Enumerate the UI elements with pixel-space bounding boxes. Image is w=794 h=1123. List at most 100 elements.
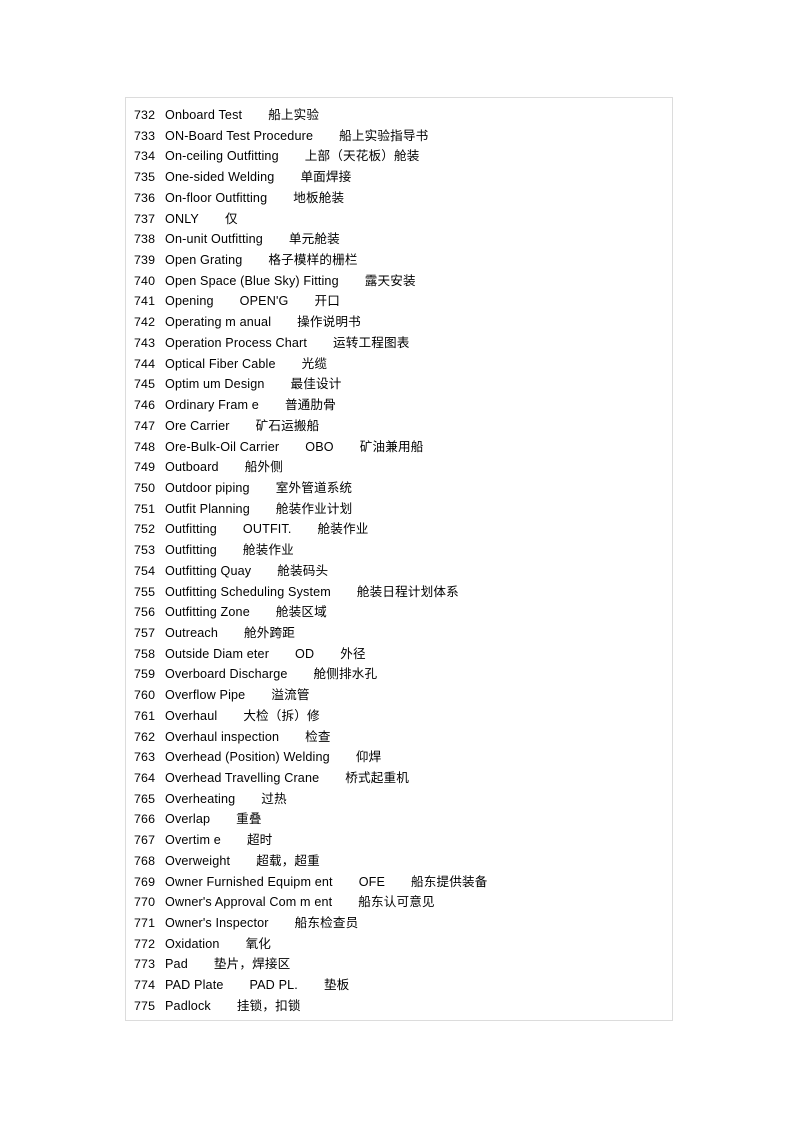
glossary-row: 744 Optical Fiber Cable 光缆 bbox=[126, 354, 672, 375]
glossary-term-chinese: 矿石运搬船 bbox=[255, 417, 320, 433]
glossary-entry-number: 762 bbox=[134, 729, 156, 744]
glossary-entry-number: 759 bbox=[134, 667, 156, 682]
glossary-term-english: Oxidation bbox=[165, 936, 220, 951]
glossary-term-chinese: 舱装作业 bbox=[317, 521, 369, 537]
glossary-term-english: Overhead Travelling Crane bbox=[165, 771, 320, 785]
glossary-term-english: On-floor Outfitting bbox=[165, 190, 268, 205]
glossary-term-chinese: 开口 bbox=[314, 293, 340, 309]
glossary-term-chinese: 挂锁，扣锁 bbox=[236, 997, 301, 1013]
glossary-term-chinese: 垫板 bbox=[323, 977, 350, 993]
glossary-term-english: Pad bbox=[165, 957, 188, 972]
glossary-entry-number: 770 bbox=[134, 895, 156, 910]
glossary-entry-number: 744 bbox=[134, 356, 156, 371]
glossary-entry-number: 757 bbox=[134, 625, 156, 640]
glossary-term-chinese: 船外侧 bbox=[244, 459, 283, 475]
glossary-term-chinese: 仅 bbox=[224, 210, 238, 226]
glossary-term-english: Overflow Pipe bbox=[165, 688, 246, 703]
glossary-term-english: Outfitting bbox=[165, 543, 217, 558]
glossary-row: 759 Overboard Discharge 舱侧排水孔 bbox=[126, 664, 672, 685]
glossary-entry-number: 769 bbox=[134, 874, 156, 889]
glossary-term-english: Operation Process Chart bbox=[165, 335, 308, 350]
glossary-term-english: Operating m anual bbox=[165, 315, 272, 330]
glossary-row: 738 On-unit Outfitting 单元舱装 bbox=[126, 229, 672, 250]
glossary-entry-number: 751 bbox=[134, 501, 156, 516]
glossary-row: 732 Onboard Test 船上实验 bbox=[126, 105, 672, 126]
glossary-term-english: PAD Plate bbox=[165, 978, 224, 993]
glossary-entry-number: 754 bbox=[134, 563, 156, 578]
glossary-row: 756 Outfitting Zone 舱装区域 bbox=[126, 602, 672, 623]
glossary-term-chinese: 矿油兼用船 bbox=[359, 438, 424, 454]
glossary-term-english: Overheating bbox=[165, 791, 236, 806]
glossary-term-english: Overboard Discharge bbox=[165, 667, 288, 682]
glossary-term-chinese: 舱装作业 bbox=[242, 542, 294, 558]
glossary-row: 739 Open Grating 格子模样的栅栏 bbox=[126, 250, 672, 271]
glossary-row: 752 Outfitting OUTFIT. 舱装作业 bbox=[126, 519, 672, 540]
glossary-term-chinese: 操作说明书 bbox=[297, 314, 361, 330]
glossary-term-english: Overhaul bbox=[165, 708, 218, 723]
glossary-term-english: Optical Fiber Cable bbox=[165, 356, 276, 371]
glossary-entry-number: 760 bbox=[134, 688, 156, 703]
glossary-row: 769 Owner Furnished Equipm ent OFE 船东提供装备 bbox=[126, 872, 672, 893]
glossary-term-chinese: 最佳设计 bbox=[290, 376, 342, 392]
glossary-term-abbreviation: OPEN'G bbox=[239, 294, 289, 309]
glossary-row: 745 Optim um Design 最佳设计 bbox=[126, 374, 672, 395]
glossary-row: 766 Overlap 重叠 bbox=[126, 809, 672, 830]
glossary-term-english: ON-Board Test Procedure bbox=[165, 128, 314, 143]
glossary-term-english: Ore Carrier bbox=[165, 418, 230, 433]
glossary-entry-number: 734 bbox=[134, 149, 156, 164]
glossary-entry-number: 761 bbox=[134, 708, 156, 723]
glossary-row: 750 Outdoor piping 室外管道系统 bbox=[126, 478, 672, 499]
glossary-term-english: Overhead (Position) Welding bbox=[165, 750, 330, 765]
glossary-entry-number: 745 bbox=[134, 377, 156, 392]
glossary-row: 773 Pad 垫片，焊接区 bbox=[126, 954, 672, 975]
glossary-list: 732 Onboard Test 船上实验 733 ON-Board Test Proc… bbox=[126, 98, 672, 1017]
glossary-term-abbreviation: OBO bbox=[305, 439, 334, 454]
glossary-term-english: Overtim e bbox=[165, 833, 221, 848]
glossary-term-chinese: 船上实验 bbox=[268, 107, 320, 122]
glossary-term-abbreviation: PAD PL. bbox=[249, 978, 298, 993]
glossary-entry-number: 737 bbox=[134, 211, 156, 226]
glossary-entry-number: 742 bbox=[134, 315, 156, 330]
glossary-term-chinese: 超载，超重 bbox=[256, 852, 320, 868]
glossary-term-chinese: 运转工程图表 bbox=[333, 334, 410, 350]
glossary-entry-number: 774 bbox=[134, 978, 156, 993]
glossary-entry-number: 766 bbox=[134, 812, 156, 827]
glossary-term-chinese: 船东提供装备 bbox=[411, 873, 488, 889]
glossary-entry-number: 743 bbox=[134, 335, 156, 350]
glossary-entry-number: 767 bbox=[134, 833, 156, 848]
glossary-term-english: Onboard Test bbox=[165, 108, 243, 122]
glossary-term-english: Overhaul inspection bbox=[165, 729, 280, 744]
glossary-term-english: One-sided Welding bbox=[165, 170, 275, 185]
glossary-term-chinese: 超时 bbox=[246, 832, 273, 848]
glossary-row: 733 ON-Board Test Procedure 船上实验指导书 bbox=[126, 126, 672, 147]
glossary-entry-number: 746 bbox=[134, 398, 156, 413]
glossary-entry-number: 740 bbox=[134, 273, 156, 288]
glossary-term-english: Ore-Bulk-Oil Carrier bbox=[165, 439, 280, 454]
glossary-term-chinese: 光缆 bbox=[301, 355, 328, 371]
glossary-row: 736 On-floor Outfitting 地板舱装 bbox=[126, 188, 672, 209]
glossary-entry-number: 752 bbox=[134, 522, 156, 537]
glossary-row: 755 Outfitting Scheduling System 舱装日程计划体系 bbox=[126, 582, 672, 603]
glossary-term-english: Outdoor piping bbox=[165, 480, 250, 495]
glossary-row: 743 Operation Process Chart 运转工程图表 bbox=[126, 333, 672, 354]
glossary-row: 737 ONLY 仅 bbox=[126, 209, 672, 230]
glossary-term-chinese: 检查 bbox=[305, 728, 331, 744]
glossary-term-chinese: 舱装作业计划 bbox=[275, 500, 353, 516]
glossary-term-english: Outfitting bbox=[165, 522, 217, 537]
glossary-entry-number: 739 bbox=[134, 253, 156, 268]
glossary-entry-number: 747 bbox=[134, 418, 156, 433]
glossary-term-english: Outfitting Scheduling System bbox=[165, 584, 331, 599]
glossary-term-english: ONLY bbox=[165, 211, 199, 226]
glossary-term-chinese: 仰焊 bbox=[355, 749, 382, 765]
glossary-term-chinese: 舱外跨距 bbox=[244, 624, 295, 640]
glossary-entry-number: 741 bbox=[134, 294, 156, 309]
glossary-term-chinese: 过热 bbox=[261, 790, 287, 806]
glossary-term-english: Owner's Inspector bbox=[165, 916, 269, 931]
glossary-term-chinese: 船东检查员 bbox=[294, 915, 359, 931]
glossary-term-english: Overweight bbox=[165, 853, 231, 868]
glossary-entry-number: 735 bbox=[134, 170, 156, 185]
glossary-entry-number: 763 bbox=[134, 750, 156, 765]
glossary-row: 772 Oxidation 氧化 bbox=[126, 934, 672, 955]
glossary-row: 734 On-ceiling Outfitting 上部（天花板）舱装 bbox=[126, 146, 672, 167]
glossary-term-chinese: 普通肋骨 bbox=[284, 397, 336, 413]
